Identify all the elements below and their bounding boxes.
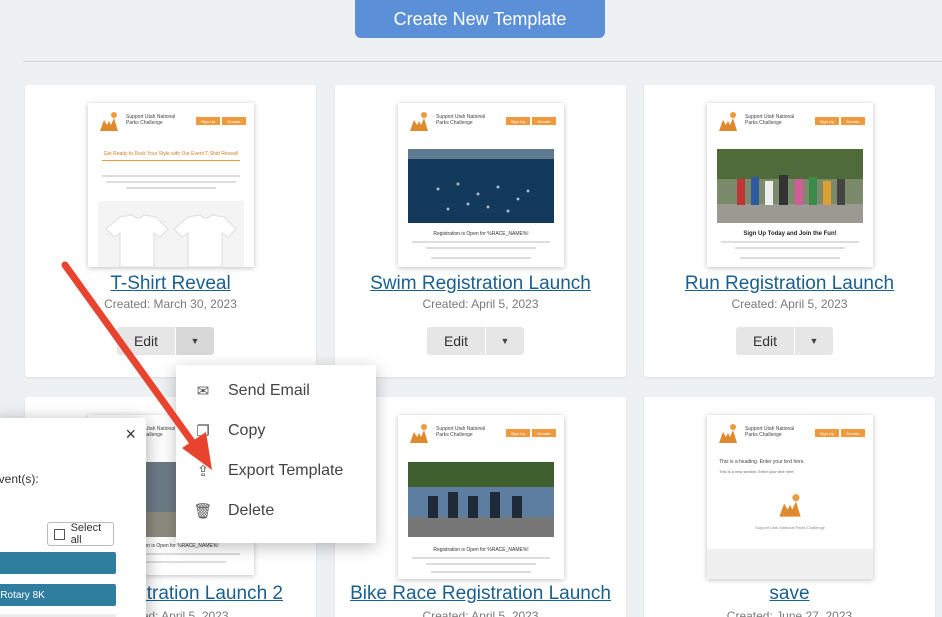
edit-split-button: Edit ▼: [117, 327, 214, 355]
trash-icon: 🗑: [193, 503, 213, 520]
menu-item-label: Copy: [228, 422, 266, 439]
template-thumbnail[interactable]: Support Utah National Parks Challenge Si…: [398, 415, 564, 579]
edit-button[interactable]: Edit: [427, 327, 485, 355]
thumb-heading: This is a heading. Enter your text here.: [719, 459, 805, 465]
org-name: Support Utah National Parks Challenge: [745, 114, 795, 126]
edit-button[interactable]: Edit: [736, 327, 794, 355]
divider: [23, 61, 942, 62]
signup-chip: Sign Up: [815, 117, 839, 125]
envelope-icon: ✉: [196, 383, 210, 400]
edit-split-button: Edit ▼: [427, 327, 524, 355]
create-new-template-button[interactable]: Create New Template: [355, 0, 605, 38]
menu-item-label: Send Email: [228, 382, 310, 399]
template-thumbnail[interactable]: Support Utah National Parks Challenge Si…: [398, 103, 564, 267]
template-name-link[interactable]: Run Registration Launch: [644, 273, 935, 295]
template-created-date: Created: June 27, 2023: [726, 609, 853, 617]
event-option-selected[interactable]: n Rotary 8K: [0, 584, 116, 606]
logo-icon: [410, 424, 428, 443]
template-created-date: Created: April 5, 2023: [422, 297, 539, 311]
template-created-date: Created: April 5, 2023: [731, 297, 848, 311]
template-card-run-registration: Support Utah National Parks Challenge Si…: [644, 85, 935, 377]
caret-down-icon: ▼: [809, 336, 819, 346]
tshirt-image: [98, 201, 244, 267]
org-name: Support Utah National Parks Challenge: [436, 426, 486, 438]
logo-icon: [410, 112, 428, 131]
signup-chip: Sign Up: [506, 117, 530, 125]
copy-icon: ❐: [196, 423, 210, 440]
menu-item-label: Delete: [228, 502, 275, 519]
template-name-link[interactable]: Swim Registration Launch: [335, 273, 626, 295]
signup-chip: Sign Up: [196, 117, 220, 125]
org-name: Support Utah National Parks Challenge: [126, 114, 176, 126]
menu-item-send-email[interactable]: ✉ Send Email: [176, 371, 376, 411]
template-card-save: Support Utah National Parks Challenge Si…: [644, 397, 935, 617]
template-thumbnail[interactable]: Support Utah National Parks Challenge Si…: [707, 415, 873, 579]
export-modal: × event(s): Select all n Rotary 8K: [0, 418, 146, 617]
logo-icon: [100, 112, 118, 131]
run-photo: [717, 149, 863, 223]
template-thumbnail[interactable]: Support Utah National Parks Challenge Si…: [88, 103, 254, 267]
template-actions-menu: ✉ Send Email ❐ Copy ⇪ Export Template 🗑 …: [176, 365, 376, 543]
modal-prompt: event(s):: [0, 472, 39, 486]
thumb-headline: Registration is Open for %RACE_NAME%!: [433, 547, 529, 553]
thumb-body: This is a new section. Enter your text h…: [719, 469, 795, 474]
logo-icon: [779, 494, 801, 517]
export-icon: ⇪: [196, 463, 210, 480]
dropdown-toggle-button[interactable]: ▼: [176, 327, 214, 355]
logo-icon: [719, 112, 737, 131]
caret-down-icon: ▼: [500, 336, 510, 346]
select-all-label: Select all: [70, 522, 102, 546]
swim-photo: [408, 149, 554, 223]
menu-item-copy[interactable]: ❐ Copy: [176, 411, 376, 451]
template-card-swim-registration: Support Utah National Parks Challenge Si…: [335, 85, 626, 377]
org-name: Support Utah National Parks Challenge: [436, 114, 486, 126]
templates-page: Create New Template Support Utah Nationa…: [0, 0, 942, 617]
template-created-date: Created: April 5, 2023: [422, 609, 539, 617]
close-icon[interactable]: ×: [125, 424, 136, 445]
template-name-link[interactable]: save: [644, 583, 935, 605]
signup-chip: Sign Up: [815, 429, 839, 437]
edit-split-button: Edit ▼: [736, 327, 833, 355]
edit-button[interactable]: Edit: [117, 327, 175, 355]
thumb-headline: Get Ready to Rock Your Style with Our Ev…: [103, 151, 239, 157]
menu-item-delete[interactable]: 🗑 Delete: [176, 491, 376, 531]
template-card-bike-race-registration: Support Utah National Parks Challenge Si…: [335, 397, 626, 617]
donate-chip: Donate: [841, 117, 865, 125]
org-name: Support Utah National Parks Challenge: [745, 426, 795, 438]
signup-chip: Sign Up: [506, 429, 530, 437]
thumb-footer: Support Utah National Parks Challenge: [755, 525, 825, 530]
event-option[interactable]: [0, 552, 116, 574]
thumb-headline: Registration is Open for %RACE_NAME%!: [433, 231, 529, 237]
checkbox-icon: [54, 528, 65, 540]
template-name-link[interactable]: Bike Race Registration Launch: [335, 583, 626, 605]
donate-chip: Donate: [532, 429, 556, 437]
donate-chip: Donate: [532, 117, 556, 125]
dropdown-toggle-button[interactable]: ▼: [486, 327, 524, 355]
donate-chip: Donate: [222, 117, 246, 125]
template-name-link[interactable]: T-Shirt Reveal: [25, 273, 316, 295]
select-all-control[interactable]: Select all: [47, 522, 114, 546]
template-card-tshirt-reveal: Support Utah National Parks Challenge Si…: [25, 85, 316, 377]
logo-icon: [719, 424, 737, 443]
menu-item-export-template[interactable]: ⇪ Export Template: [176, 451, 376, 491]
dropdown-toggle-button[interactable]: ▼: [795, 327, 833, 355]
menu-item-label: Export Template: [228, 462, 344, 479]
template-created-date: Created: March 30, 2023: [104, 297, 237, 311]
caret-down-icon: ▼: [190, 336, 200, 346]
thumb-headline: Sign Up Today and Join the Fun!: [743, 231, 837, 237]
bike-photo: [408, 462, 554, 537]
template-thumbnail[interactable]: Support Utah National Parks Challenge Si…: [707, 103, 873, 267]
donate-chip: Donate: [841, 429, 865, 437]
